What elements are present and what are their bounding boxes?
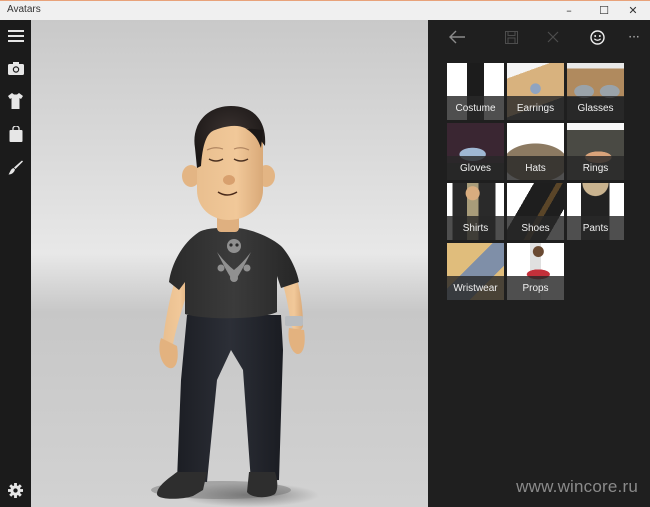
more-icon: ··· (628, 30, 640, 44)
minimize-button[interactable]: – (552, 1, 586, 20)
category-tile-glasses[interactable]: Glasses (567, 63, 624, 120)
gear-icon (8, 482, 23, 498)
category-label: Rings (567, 156, 624, 180)
category-label: Wristwear (447, 276, 504, 300)
category-label: Shoes (507, 216, 564, 240)
menu-button[interactable] (0, 21, 31, 51)
style-button[interactable] (0, 86, 31, 116)
camera-button[interactable] (0, 53, 31, 83)
category-tile-props[interactable]: Props (507, 243, 564, 300)
cancel-button[interactable] (538, 24, 568, 50)
avatar-preview[interactable] (31, 20, 428, 507)
close-icon: ✕ (628, 4, 638, 17)
category-tile-shirts[interactable]: Shirts (447, 183, 504, 240)
save-button[interactable] (496, 24, 526, 50)
shirt-icon (8, 93, 23, 109)
customize-panel: ··· Costume Earrings Glasses Gloves Hats Ring… (428, 20, 650, 507)
smiley-icon (589, 29, 605, 45)
avatar-figure (151, 106, 305, 499)
close-icon (547, 31, 559, 43)
window-title: Avatars (7, 4, 41, 15)
category-label: Pants (567, 216, 624, 240)
category-tile-gloves[interactable]: Gloves (447, 123, 504, 180)
hamburger-icon (7, 30, 24, 42)
shopping-bag-icon (9, 126, 22, 142)
customize-button[interactable] (0, 152, 31, 182)
more-button[interactable]: ··· (619, 24, 649, 50)
save-icon (504, 30, 518, 44)
store-button[interactable] (0, 119, 31, 149)
category-grid: Costume Earrings Glasses Gloves Hats Rings Shi… (447, 63, 627, 300)
avatar-button[interactable] (582, 24, 612, 50)
category-tile-rings[interactable]: Rings (567, 123, 624, 180)
paintbrush-icon (8, 160, 23, 174)
title-bar: Avatars – ☐ ✕ (0, 0, 650, 20)
category-label: Costume (447, 96, 504, 120)
maximize-icon: ☐ (599, 4, 609, 17)
category-label: Shirts (447, 216, 504, 240)
category-tile-shoes[interactable]: Shoes (507, 183, 564, 240)
category-tile-earrings[interactable]: Earrings (507, 63, 564, 120)
category-label: Hats (507, 156, 564, 180)
category-label: Glasses (567, 96, 624, 120)
watermark: www.wincore.ru (516, 477, 638, 496)
category-label: Gloves (447, 156, 504, 180)
back-arrow-icon (449, 30, 465, 44)
category-tile-costume[interactable]: Costume (447, 63, 504, 120)
close-window-button[interactable]: ✕ (616, 1, 650, 20)
category-label: Props (507, 276, 564, 300)
back-button[interactable] (442, 24, 472, 50)
command-bar: ··· (428, 20, 650, 52)
minimize-icon: – (566, 4, 572, 17)
category-tile-pants[interactable]: Pants (567, 183, 624, 240)
navigation-rail (0, 20, 31, 507)
category-tile-wristwear[interactable]: Wristwear (447, 243, 504, 300)
category-tile-hats[interactable]: Hats (507, 123, 564, 180)
settings-button[interactable] (0, 475, 31, 505)
camera-icon (7, 62, 24, 75)
category-label: Earrings (507, 96, 564, 120)
